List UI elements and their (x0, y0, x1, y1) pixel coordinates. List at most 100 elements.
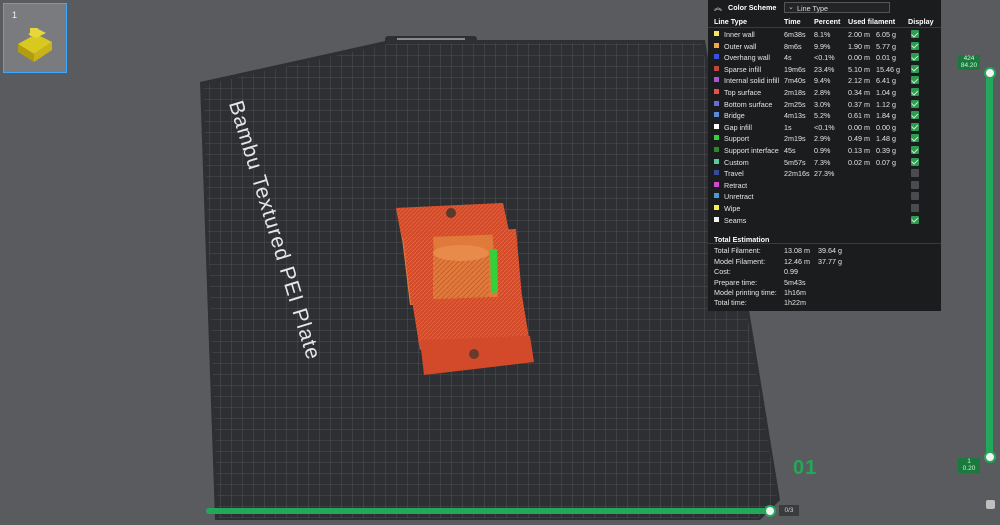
color-swatch (714, 205, 719, 210)
color-scheme-select[interactable]: ⌄ Line Type (784, 2, 890, 13)
model-filament-length: 12.46 m (784, 257, 810, 266)
move-slider-track[interactable] (206, 508, 772, 514)
total-filament-row: Total Filament: 13.08 m 39.64 g (708, 246, 941, 256)
line-type-name: Wipe (724, 204, 741, 213)
legend-row: Top surface 2m18s 2.8% 0.34 m 1.04 g (708, 87, 941, 99)
display-checkbox[interactable] (911, 204, 919, 212)
line-type-time: 5m57s (784, 157, 806, 167)
legend-row: Retract (708, 180, 941, 192)
cost-row: Cost: 0.99 (708, 267, 941, 277)
legend-row: Internal solid infill 7m40s 9.4% 2.12 m 6.41… (708, 75, 941, 87)
display-checkbox[interactable] (911, 180, 919, 189)
legend-row: Bridge 4m13s 5.2% 0.61 m 1.84 g (708, 110, 941, 122)
legend-row: Inner wall 6m38s 8.1% 2.00 m 6.05 g (708, 29, 941, 41)
col-header-line-type: Line Type (714, 17, 748, 26)
line-type-weight: 15.46 g (876, 64, 900, 74)
display-checkbox[interactable] (911, 215, 919, 224)
line-type-time: 4s (784, 53, 792, 63)
line-type-time: 22m16s (784, 169, 810, 179)
prepare-time-label: Prepare time: (714, 278, 758, 287)
line-type-name: Gap infill (724, 122, 752, 132)
plate-index-label: 01 (793, 457, 818, 479)
line-type-weight: 1.04 g (876, 88, 896, 97)
bottom-layer-height: 0.20 (962, 465, 976, 472)
display-checkbox[interactable] (911, 134, 919, 143)
line-type-length: 0.37 m (848, 99, 870, 109)
double-chevron-up-icon[interactable]: ︽ (714, 2, 722, 13)
layer-slider-track[interactable] (986, 70, 993, 460)
display-checkbox[interactable] (911, 157, 919, 166)
line-type-name: Sparse infill (724, 64, 762, 74)
line-type-weight: 1.48 g (876, 134, 896, 144)
plate-thumbnail-number: 1 (12, 10, 18, 20)
color-swatch (714, 65, 719, 71)
display-checkbox[interactable] (911, 53, 919, 62)
divider (708, 243, 941, 244)
line-type-weight: 0.01 g (876, 53, 896, 63)
legend-row: Unretract (708, 191, 941, 203)
layer-slider-bottom-label: 1 0.20 (958, 458, 980, 473)
display-checkbox[interactable] (911, 76, 919, 85)
display-checkbox[interactable] (911, 41, 919, 50)
model-filament-weight: 37.77 g (818, 257, 842, 266)
legend-row: Support interface 45s 0.9% 0.13 m 0.39 g (708, 145, 941, 157)
model-printing-time-row: Model printing time: 1h16m (708, 288, 941, 298)
cost-value: 0.99 (784, 267, 798, 276)
legend-row: Custom 5m57s 7.3% 0.02 m 0.07 g (708, 157, 941, 169)
col-header-used-filament: Used filament (848, 17, 896, 26)
line-type-length: 2.12 m (848, 76, 870, 86)
total-filament-length: 13.08 m (784, 246, 810, 255)
line-type-name: Overhang wall (724, 53, 770, 63)
display-checkbox[interactable] (911, 30, 919, 38)
display-checkbox[interactable] (911, 169, 919, 178)
color-scheme-select-value: Line Type (797, 4, 829, 13)
color-swatch (714, 89, 719, 94)
legend-row: Overhang wall 4s <0.1% 0.00 m 0.01 g (708, 52, 941, 64)
total-time-label: Total time: (714, 298, 747, 307)
layer-slider-bottom-handle[interactable] (984, 451, 996, 463)
display-checkbox[interactable] (911, 99, 919, 108)
plate-thumbnail[interactable]: 1 (3, 3, 67, 73)
display-checkbox[interactable] (911, 64, 919, 73)
display-checkbox[interactable] (911, 146, 919, 154)
display-checkbox[interactable] (911, 88, 919, 96)
move-slider-value: 0/3 (779, 505, 799, 516)
total-filament-weight: 39.64 g (818, 246, 842, 255)
legend-header: ︽ Color Scheme ⌄ Line Type (708, 0, 941, 14)
color-swatch (714, 147, 719, 152)
line-type-name: Inner wall (724, 30, 755, 39)
display-checkbox[interactable] (911, 111, 919, 120)
layer-slider-top-handle[interactable] (984, 67, 996, 79)
model-filament-row: Model Filament: 12.46 m 37.77 g (708, 257, 941, 267)
col-header-display: Display (908, 17, 934, 26)
line-type-length: 0.34 m (848, 88, 870, 97)
line-type-length: 0.00 m (848, 53, 870, 63)
line-type-time: 8m6s (784, 41, 802, 51)
color-swatch (714, 54, 719, 60)
line-type-percent: 9.4% (814, 76, 831, 86)
line-type-weight: 0.39 g (876, 146, 896, 155)
top-layer-height: 84.20 (960, 62, 978, 69)
legend-row: Seams (708, 215, 941, 227)
line-type-percent: 2.8% (814, 88, 831, 97)
color-swatch (714, 135, 719, 141)
color-swatch (714, 31, 719, 36)
color-swatch (714, 158, 719, 164)
display-checkbox[interactable] (911, 122, 919, 131)
legend-row: Bottom surface 2m25s 3.0% 0.37 m 1.12 g (708, 99, 941, 111)
line-type-length: 0.61 m (848, 111, 870, 121)
legend-row: Support 2m19s 2.9% 0.49 m 1.48 g (708, 133, 941, 145)
color-scheme-legend: ︽ Color Scheme ⌄ Line Type Line Type Tim… (708, 0, 941, 311)
settings-icon[interactable] (986, 500, 995, 509)
total-time-value: 1h22m (784, 298, 806, 307)
line-type-length: 5.10 m (848, 64, 870, 74)
line-type-length: 1.90 m (848, 41, 870, 51)
line-type-percent: 3.0% (814, 99, 831, 109)
line-type-weight: 0.00 g (876, 122, 896, 132)
color-swatch (714, 77, 719, 83)
display-checkbox[interactable] (911, 192, 919, 201)
line-type-time: 45s (784, 146, 796, 155)
move-slider-handle[interactable] (764, 505, 776, 517)
line-type-time: 2m25s (784, 99, 806, 109)
legend-row: Outer wall 8m6s 9.9% 1.90 m 5.77 g (708, 41, 941, 53)
